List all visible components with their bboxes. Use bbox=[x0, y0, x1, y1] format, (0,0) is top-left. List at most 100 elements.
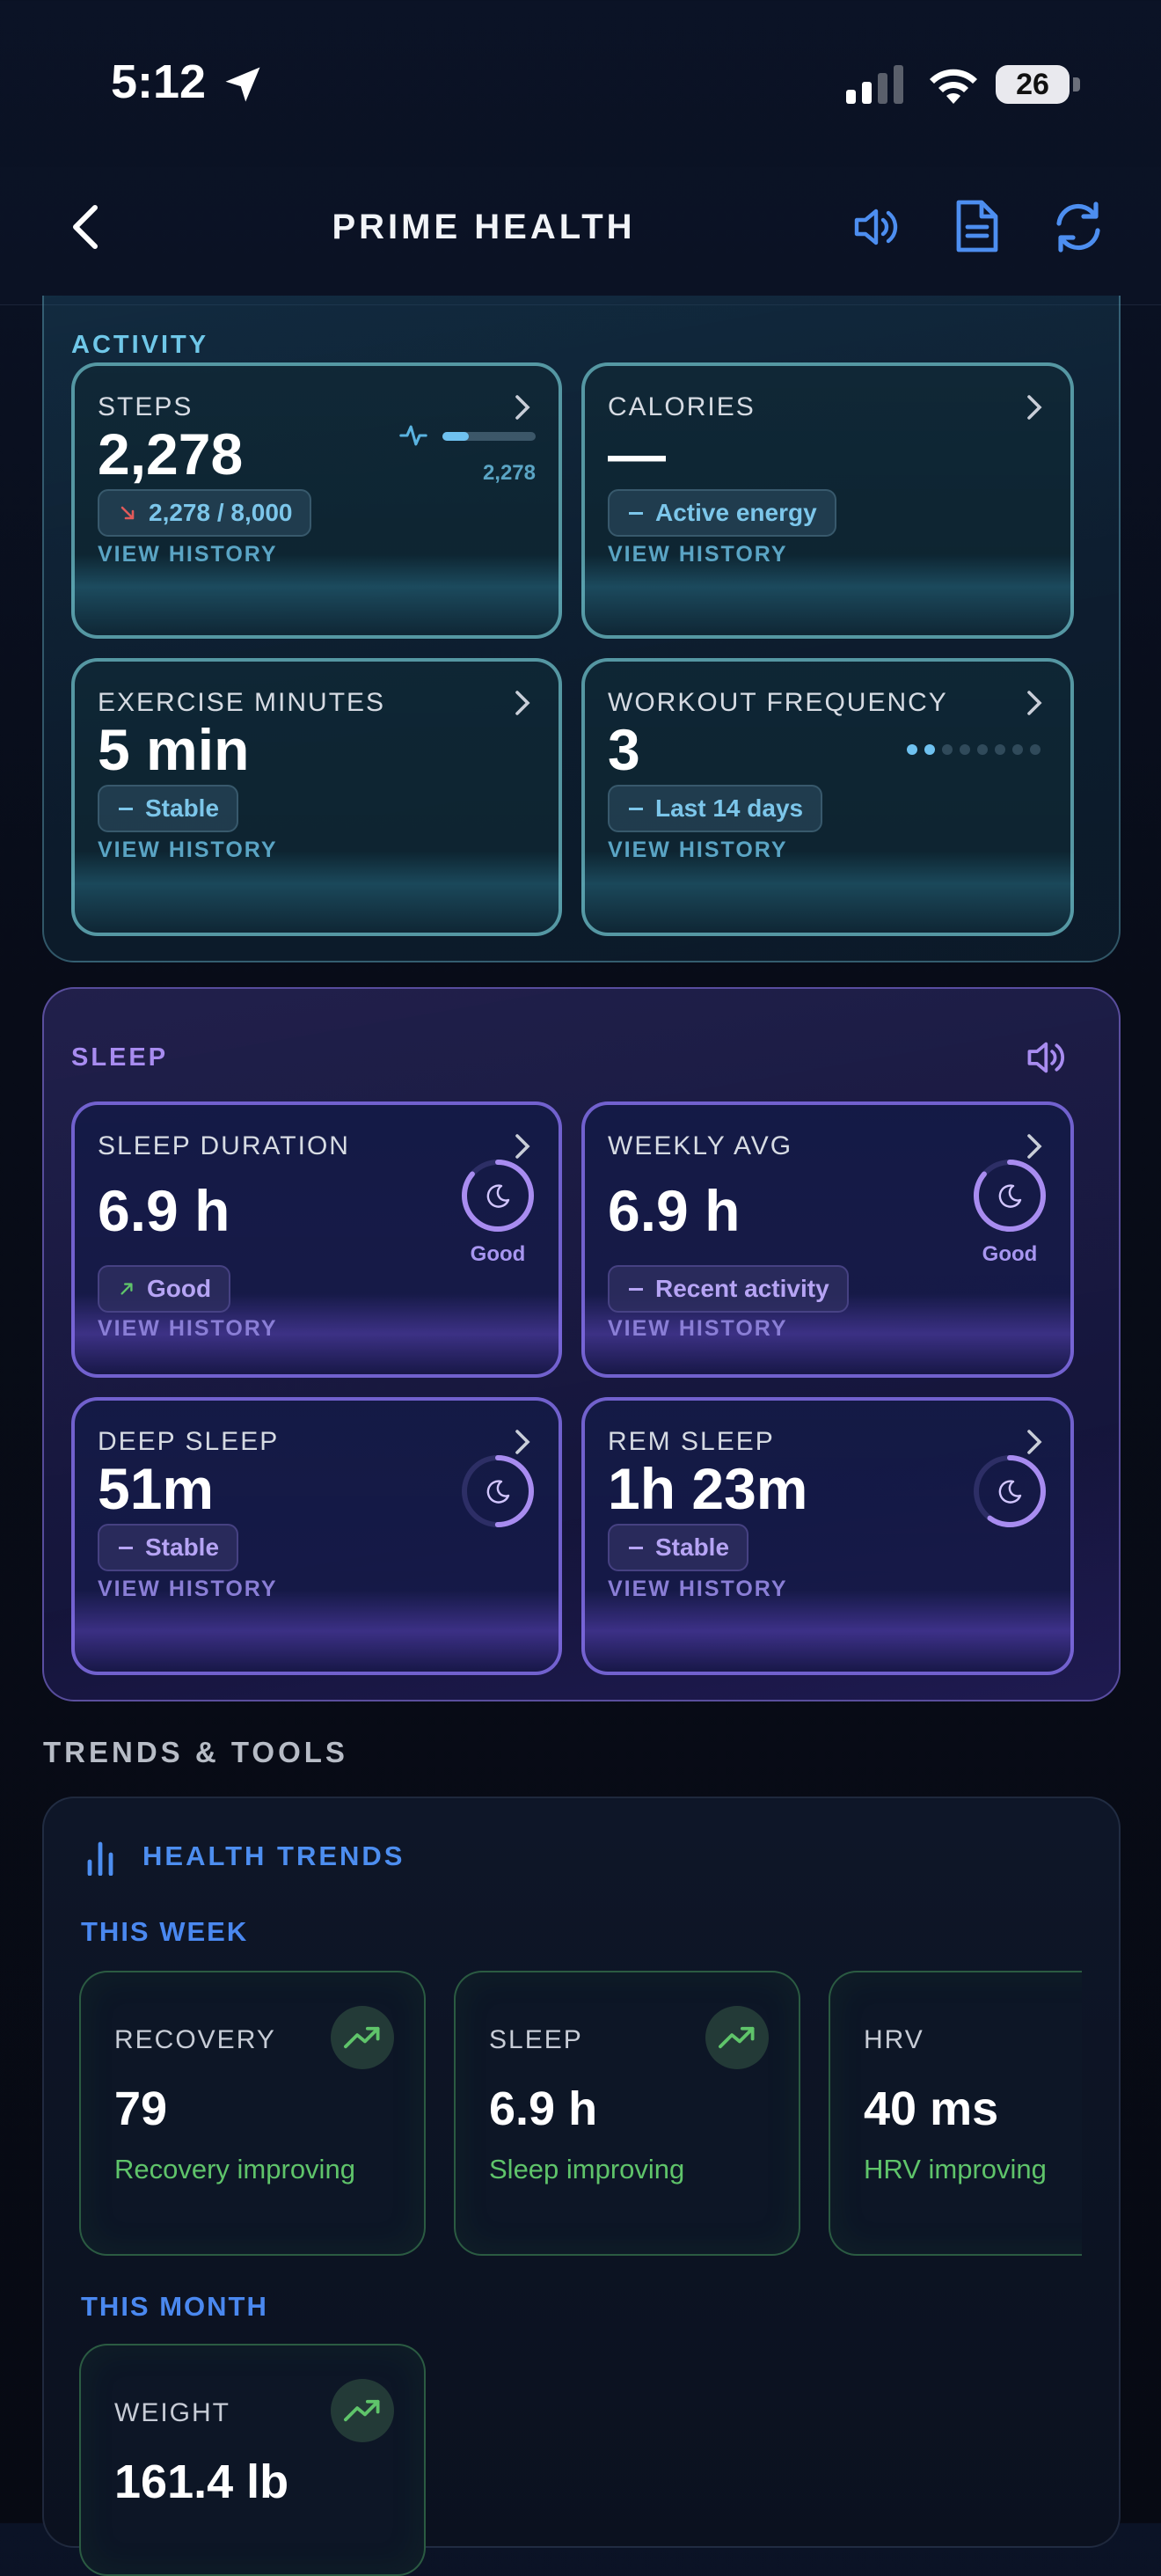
moon-icon bbox=[486, 1480, 510, 1504]
trend-value: 6.9 h bbox=[489, 2082, 598, 2135]
health-trends-title: HEALTH TRENDS bbox=[142, 1841, 405, 1871]
status-time: 5:12 bbox=[111, 55, 207, 108]
pulse-icon bbox=[399, 425, 427, 446]
document-icon[interactable] bbox=[952, 199, 1001, 253]
chevron-right-icon bbox=[1027, 1430, 1042, 1454]
frequency-dot bbox=[942, 744, 953, 755]
calories-value: — bbox=[608, 421, 666, 487]
view-history-link[interactable]: VIEW HISTORY bbox=[98, 542, 278, 567]
chevron-right-icon bbox=[515, 1134, 530, 1159]
frequency-dot bbox=[907, 744, 917, 755]
refresh-icon[interactable] bbox=[1050, 199, 1106, 255]
chevron-right-icon bbox=[1027, 1134, 1042, 1159]
view-history-link[interactable]: VIEW HISTORY bbox=[98, 1316, 278, 1342]
workout-badge: Last 14 days bbox=[608, 785, 823, 832]
weekly-avg-card[interactable]: WEEKLY AVG 6.9 h Good Recent activity VI… bbox=[581, 1101, 1074, 1378]
steps-value: 2,278 bbox=[98, 421, 244, 487]
rem-sleep-label: REM SLEEP bbox=[608, 1427, 775, 1456]
calories-card[interactable]: CALORIES — Active energy VIEW HISTORY bbox=[581, 362, 1074, 639]
exercise-label: EXERCISE MINUTES bbox=[98, 688, 386, 717]
location-arrow-icon bbox=[225, 67, 260, 102]
steps-label: STEPS bbox=[98, 392, 194, 421]
sleep-duration-value: 6.9 h bbox=[98, 1178, 230, 1243]
rem-sleep-badge: Stable bbox=[608, 1524, 749, 1571]
speaker-icon[interactable] bbox=[850, 201, 902, 253]
page-title: PRIME HEALTH bbox=[332, 208, 636, 246]
bar-chart-icon bbox=[87, 1841, 113, 1876]
trend-card-hrv[interactable]: HRV 40 ms HRV improving bbox=[829, 1971, 1082, 2256]
steps-mini-value: 2,278 bbox=[482, 461, 536, 485]
speaker-icon[interactable] bbox=[1024, 1036, 1071, 1079]
workout-badge-text: Last 14 days bbox=[655, 794, 804, 822]
sleep-duration-card[interactable]: SLEEP DURATION 6.9 h Good Good VIEW HIST… bbox=[71, 1101, 562, 1378]
chevron-right-icon bbox=[515, 691, 530, 715]
weekly-avg-badge-text: Recent activity bbox=[655, 1275, 829, 1302]
sleep-quality-ring bbox=[974, 1160, 1046, 1232]
moon-icon bbox=[998, 1480, 1022, 1504]
wifi-icon bbox=[930, 69, 977, 104]
sleep-duration-label: SLEEP DURATION bbox=[98, 1131, 350, 1160]
deep-sleep-badge: Stable bbox=[98, 1524, 239, 1571]
trend-label: SLEEP bbox=[489, 2025, 583, 2054]
battery-indicator: 26 bbox=[996, 65, 1080, 104]
trend-value: 161.4 lb bbox=[114, 2455, 289, 2508]
week-trends-carousel[interactable]: RECOVERY 79 Recovery improving SLEEP 6.9… bbox=[79, 1967, 1082, 2258]
view-history-link[interactable]: VIEW HISTORY bbox=[608, 1577, 788, 1602]
workout-label: WORKOUT FREQUENCY bbox=[608, 688, 948, 717]
workout-frequency-card[interactable]: WORKOUT FREQUENCY 3 Last 14 days VIEW HI… bbox=[581, 658, 1074, 936]
trend-value: 40 ms bbox=[864, 2082, 999, 2135]
trend-status: HRV improving bbox=[864, 2154, 1047, 2184]
deep-sleep-ring bbox=[462, 1455, 534, 1527]
exercise-minutes-card[interactable]: EXERCISE MINUTES 5 min Stable VIEW HISTO… bbox=[71, 658, 562, 936]
view-history-link[interactable]: VIEW HISTORY bbox=[608, 542, 788, 567]
moon-icon bbox=[486, 1184, 510, 1208]
deep-sleep-value: 51m bbox=[98, 1456, 215, 1521]
view-history-link[interactable]: VIEW HISTORY bbox=[608, 1316, 788, 1342]
trend-label: HRV bbox=[864, 2025, 924, 2054]
view-history-link[interactable]: VIEW HISTORY bbox=[98, 838, 278, 863]
this-month-label: THIS MONTH bbox=[81, 2291, 268, 2322]
sleep-quality-label: Good bbox=[470, 1242, 526, 1266]
moon-icon bbox=[998, 1184, 1022, 1208]
trend-value: 79 bbox=[114, 2082, 168, 2135]
exercise-badge: Stable bbox=[98, 785, 239, 832]
sleep-duration-badge-text: Good bbox=[147, 1275, 212, 1302]
steps-badge-text: 2,278 / 8,000 bbox=[149, 499, 293, 526]
trend-up-icon bbox=[120, 1283, 133, 1295]
trend-label: RECOVERY bbox=[114, 2025, 276, 2054]
sleep-duration-badge: Good bbox=[98, 1265, 231, 1313]
deep-sleep-card[interactable]: DEEP SLEEP 51m Stable VIEW HISTORY bbox=[71, 1397, 562, 1675]
weekly-avg-badge: Recent activity bbox=[608, 1265, 849, 1313]
steps-card[interactable]: STEPS 2,278 2,278 2,278 / 8,000 VIEW HIS… bbox=[71, 362, 562, 639]
frequency-dot bbox=[977, 744, 988, 755]
trending-up-icon bbox=[705, 2006, 769, 2069]
deep-sleep-badge-text: Stable bbox=[145, 1533, 220, 1561]
rem-sleep-card[interactable]: REM SLEEP 1h 23m Stable VIEW HISTORY bbox=[581, 1397, 1074, 1675]
view-history-link[interactable]: VIEW HISTORY bbox=[98, 1577, 278, 1602]
trend-card-weight[interactable]: WEIGHT 161.4 lb bbox=[79, 2344, 426, 2576]
sleep-quality-label: Good bbox=[982, 1242, 1038, 1266]
rem-sleep-ring bbox=[974, 1455, 1046, 1527]
trend-label: WEIGHT bbox=[114, 2398, 230, 2427]
trend-card-recovery[interactable]: RECOVERY 79 Recovery improving bbox=[79, 1971, 426, 2256]
sleep-section-label: SLEEP bbox=[71, 1043, 169, 1072]
steps-progress-bar bbox=[442, 432, 536, 441]
trend-status: Sleep improving bbox=[489, 2154, 685, 2184]
frequency-dot bbox=[995, 744, 1005, 755]
sleep-quality-ring bbox=[462, 1160, 534, 1232]
chevron-right-icon bbox=[1027, 691, 1042, 715]
rem-sleep-value: 1h 23m bbox=[608, 1456, 808, 1521]
trend-down-icon bbox=[120, 506, 135, 520]
frequency-dot bbox=[924, 744, 935, 755]
trend-card-sleep[interactable]: SLEEP 6.9 h Sleep improving bbox=[454, 1971, 800, 2256]
trends-tools-heading: TRENDS & TOOLS bbox=[43, 1736, 348, 1768]
this-week-label: THIS WEEK bbox=[81, 1916, 249, 1947]
calories-badge: Active energy bbox=[608, 489, 836, 537]
trending-up-icon bbox=[331, 2379, 394, 2442]
trending-up-icon bbox=[331, 2006, 394, 2069]
workout-value: 3 bbox=[608, 717, 640, 782]
frequency-dot bbox=[960, 744, 970, 755]
deep-sleep-label: DEEP SLEEP bbox=[98, 1427, 280, 1456]
view-history-link[interactable]: VIEW HISTORY bbox=[608, 838, 788, 863]
frequency-dot bbox=[1012, 744, 1023, 755]
